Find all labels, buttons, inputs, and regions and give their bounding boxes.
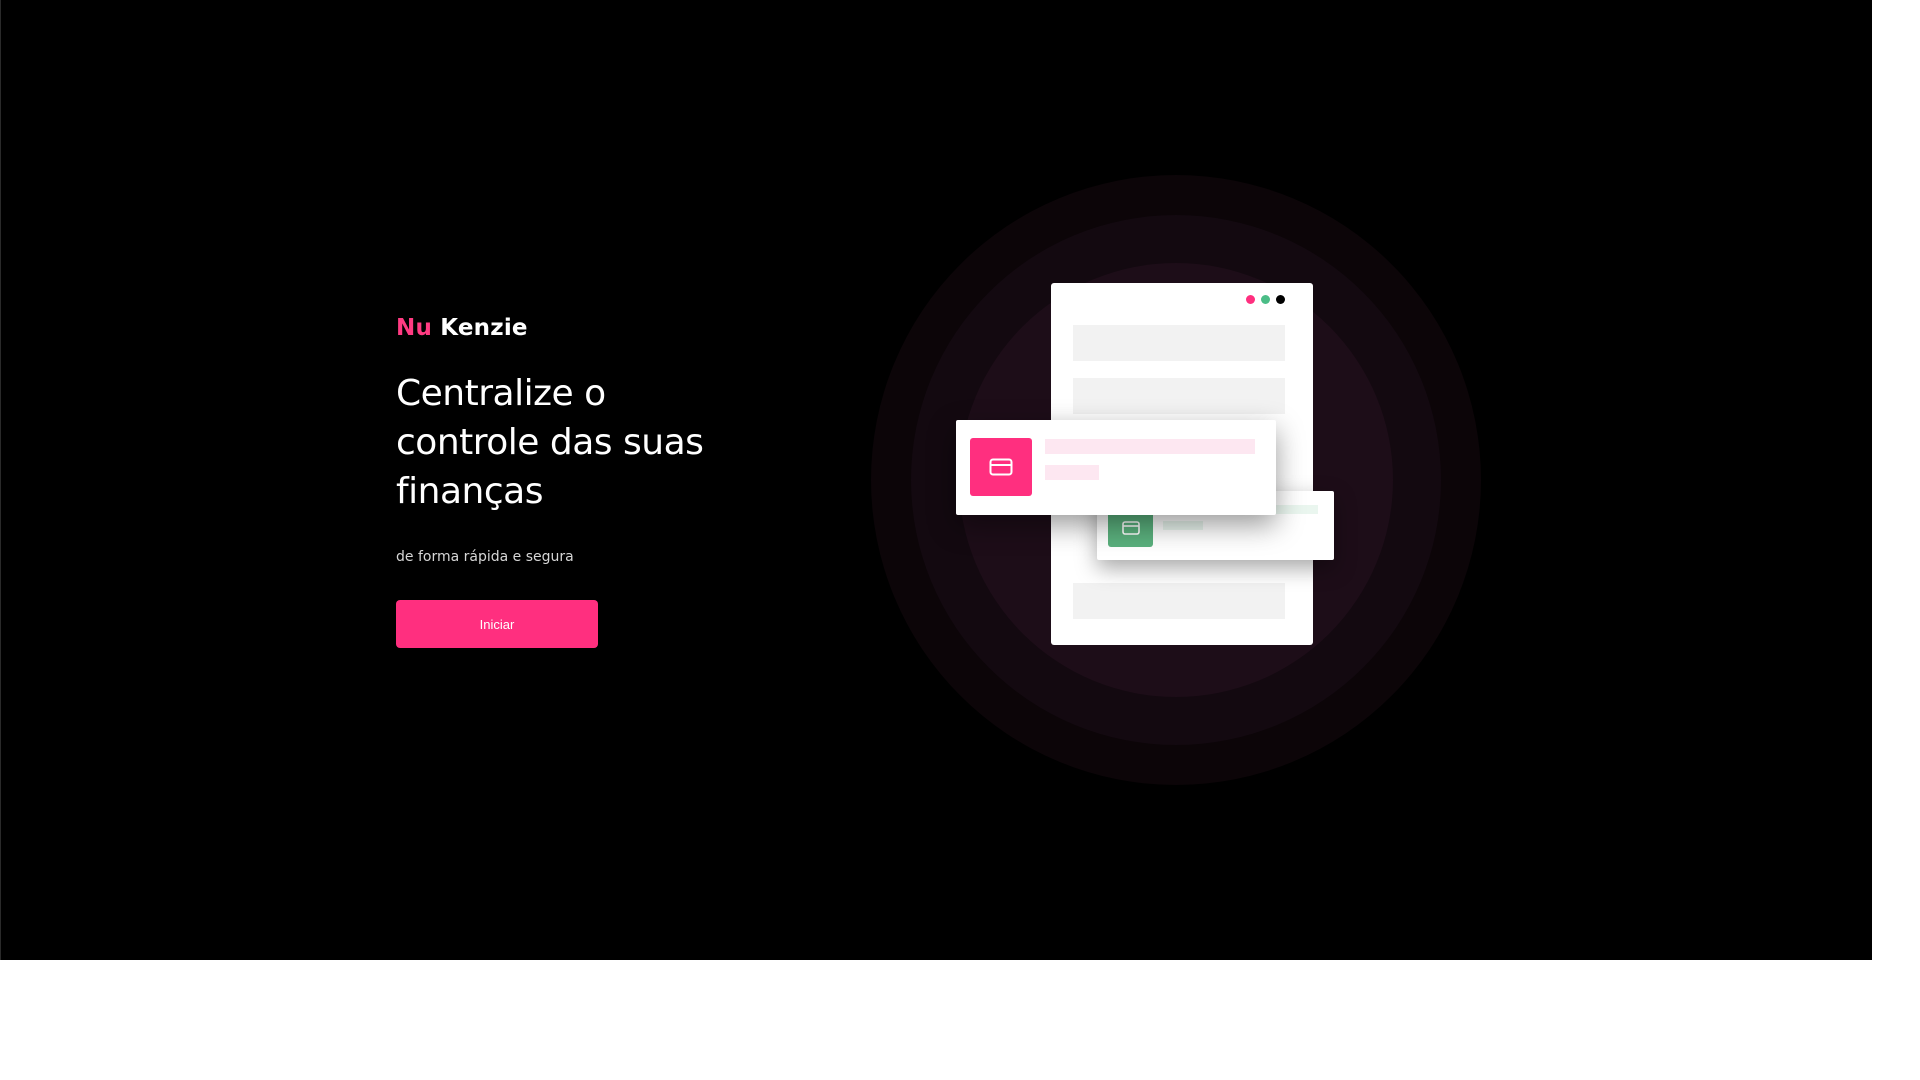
landing-page: Nu Kenzie Centralize o controle das suas… <box>0 0 1872 960</box>
card-icon <box>989 458 1013 476</box>
hero-headline: Centralize o controle das suas finanças <box>396 373 704 512</box>
placeholder-line <box>1045 465 1099 480</box>
brand-logo: Nu Kenzie <box>396 312 776 344</box>
card-icon-tile <box>970 438 1032 496</box>
status-dot-green <box>1261 295 1270 304</box>
placeholder-bar <box>1073 378 1285 414</box>
start-button[interactable]: Iniciar <box>396 600 598 648</box>
placeholder-line <box>1045 439 1255 454</box>
status-dot-pink <box>1246 295 1255 304</box>
placeholder-line <box>1163 521 1203 530</box>
brand-logo-nu: Nu <box>396 315 433 341</box>
brand-logo-kenzie: Kenzie <box>440 315 528 341</box>
hero-subtitle: de forma rápida e segura <box>396 549 574 565</box>
hero-section: Nu Kenzie Centralize o controle das suas… <box>396 312 776 648</box>
illustration-card-pink <box>956 420 1276 515</box>
placeholder-bar <box>1073 583 1285 619</box>
status-dot-black <box>1276 295 1285 304</box>
placeholder-bar <box>1073 325 1285 361</box>
card-icon <box>1121 520 1140 535</box>
